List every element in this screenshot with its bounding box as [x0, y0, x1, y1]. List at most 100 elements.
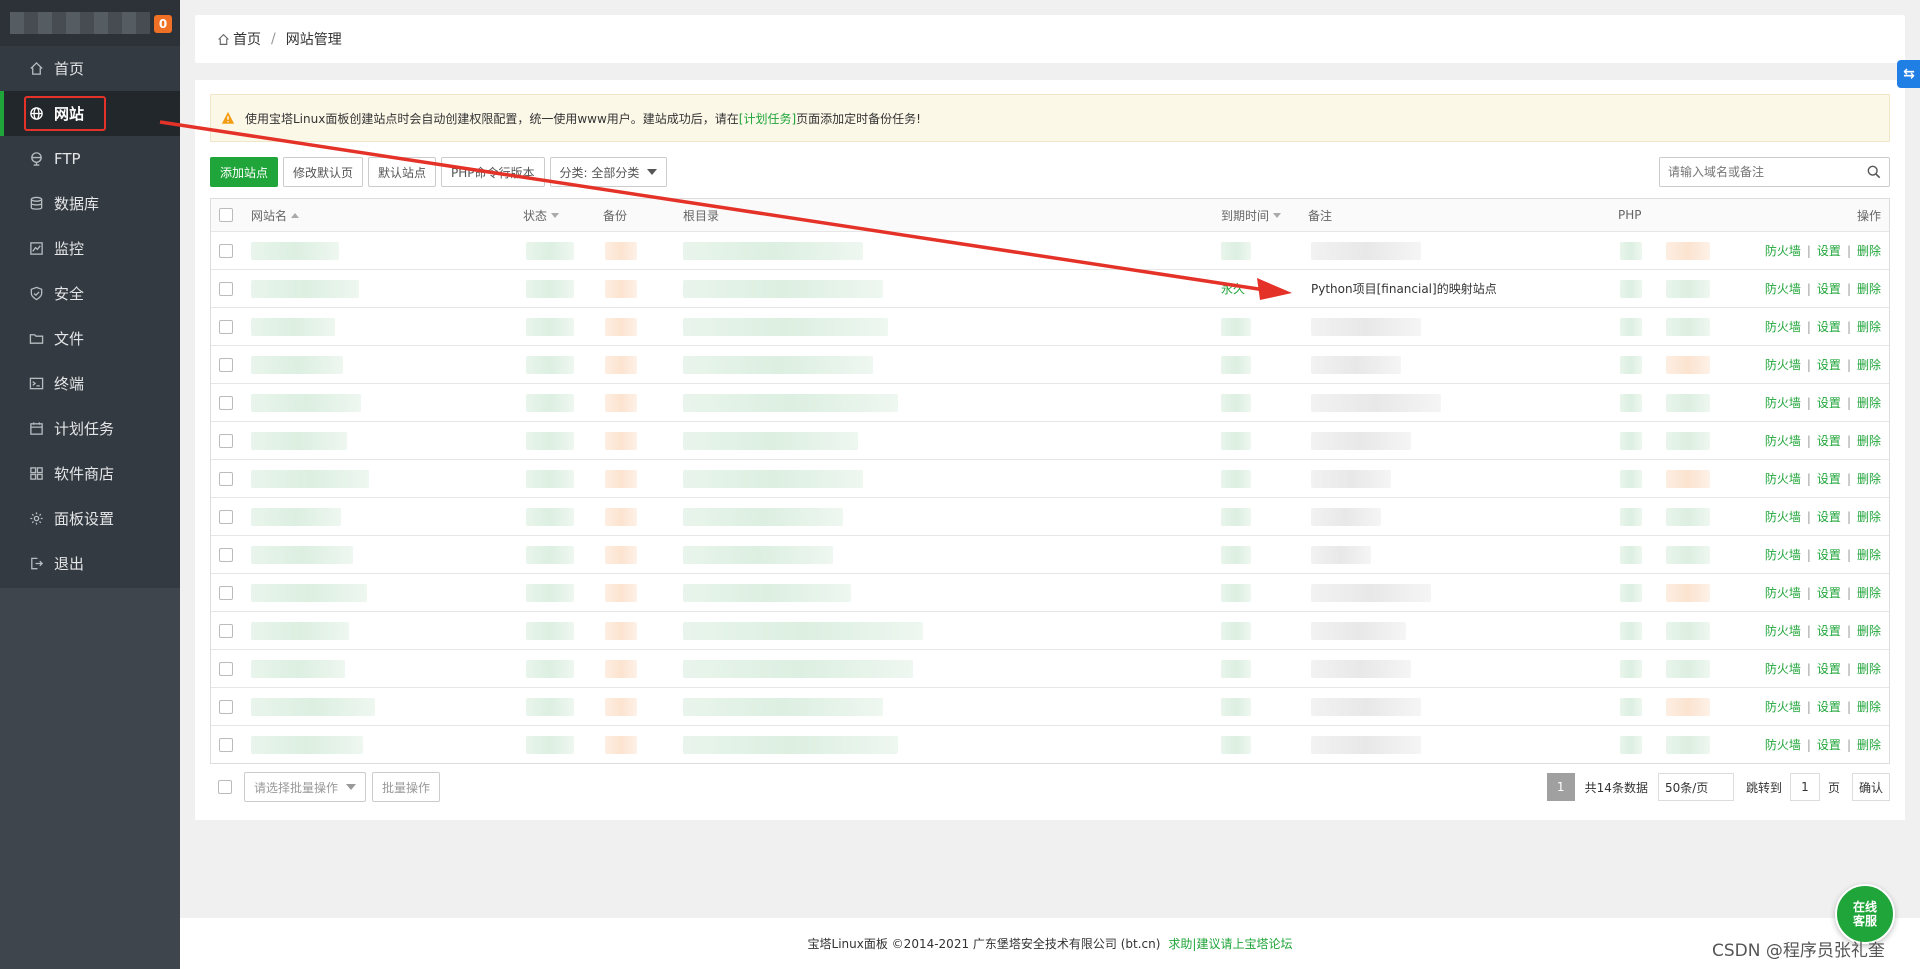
firewall-link[interactable]: 防火墙 [1765, 394, 1801, 411]
row-checkbox[interactable] [219, 357, 233, 372]
backup-cell[interactable] [605, 232, 637, 269]
breadcrumb-home[interactable]: 首页 [233, 29, 261, 49]
settings-link[interactable]: 设置 [1817, 660, 1841, 677]
sidebar-item-ftp[interactable]: FTP [0, 136, 180, 181]
row-checkbox[interactable] [219, 737, 233, 752]
status-cell[interactable] [526, 384, 574, 421]
site-name-cell[interactable] [251, 536, 353, 573]
delete-link[interactable]: 删除 [1857, 546, 1881, 563]
site-name-cell[interactable] [251, 308, 335, 345]
sidebar-item-database[interactable]: 数据库 [0, 181, 180, 226]
root-dir-cell[interactable] [683, 726, 898, 763]
backup-cell[interactable] [605, 308, 637, 345]
firewall-link[interactable]: 防火墙 [1765, 698, 1801, 715]
delete-link[interactable]: 删除 [1857, 318, 1881, 335]
row-checkbox[interactable] [219, 319, 233, 334]
remark-cell[interactable] [1311, 422, 1411, 459]
settings-link[interactable]: 设置 [1817, 584, 1841, 601]
status-cell[interactable] [526, 422, 574, 459]
row-checkbox[interactable] [219, 281, 233, 296]
site-name-cell[interactable] [251, 346, 343, 383]
backup-cell[interactable] [605, 270, 637, 307]
site-name-cell[interactable] [251, 270, 359, 307]
firewall-link[interactable]: 防火墙 [1765, 508, 1801, 525]
site-name-cell[interactable] [251, 688, 375, 725]
remark-cell[interactable] [1311, 498, 1381, 535]
status-cell[interactable] [526, 308, 574, 345]
php-version-cell[interactable] [1620, 574, 1710, 611]
delete-link[interactable]: 删除 [1857, 280, 1881, 297]
php-version-cell[interactable] [1620, 688, 1710, 725]
root-dir-cell[interactable] [683, 498, 843, 535]
remark-cell[interactable] [1311, 612, 1406, 649]
jump-confirm-button[interactable]: 确认 [1851, 773, 1890, 801]
settings-link[interactable]: 设置 [1817, 622, 1841, 639]
remark-cell[interactable] [1311, 688, 1421, 725]
backup-cell[interactable] [605, 612, 637, 649]
root-dir-cell[interactable] [683, 308, 888, 345]
php-version-cell[interactable] [1620, 460, 1710, 497]
expire-cell[interactable] [1221, 422, 1251, 459]
expire-cell[interactable] [1221, 498, 1251, 535]
php-version-cell[interactable] [1620, 612, 1710, 649]
select-all-checkbox[interactable] [219, 208, 233, 222]
status-cell[interactable] [526, 498, 574, 535]
php-version-cell[interactable] [1620, 650, 1710, 687]
settings-link[interactable]: 设置 [1817, 242, 1841, 259]
settings-link[interactable]: 设置 [1817, 356, 1841, 373]
category-select[interactable]: 分类: 全部分类 [549, 157, 668, 187]
settings-link[interactable]: 设置 [1817, 470, 1841, 487]
backup-cell[interactable] [605, 346, 637, 383]
status-cell[interactable] [526, 270, 574, 307]
per-page-select[interactable]: 50条/页 [1657, 773, 1734, 801]
site-name-cell[interactable] [251, 384, 361, 421]
sidebar-item-terminal[interactable]: 终端 [0, 361, 180, 406]
settings-link[interactable]: 设置 [1817, 318, 1841, 335]
settings-link[interactable]: 设置 [1817, 698, 1841, 715]
row-checkbox[interactable] [219, 243, 233, 258]
remark-cell[interactable]: Python项目[financial]的映射站点 [1311, 270, 1497, 307]
expire-cell[interactable] [1221, 232, 1251, 269]
firewall-link[interactable]: 防火墙 [1765, 584, 1801, 601]
settings-link[interactable]: 设置 [1817, 432, 1841, 449]
row-checkbox[interactable] [219, 509, 233, 524]
header-expire[interactable]: 到期时间 [1221, 199, 1282, 231]
backup-cell[interactable] [605, 688, 637, 725]
cron-task-link[interactable]: [计划任务] [739, 110, 796, 127]
delete-link[interactable]: 删除 [1857, 356, 1881, 373]
jump-page-input[interactable]: 1 [1789, 773, 1820, 801]
delete-link[interactable]: 删除 [1857, 622, 1881, 639]
backup-cell[interactable] [605, 498, 637, 535]
settings-link[interactable]: 设置 [1817, 508, 1841, 525]
expire-cell[interactable] [1221, 308, 1251, 345]
delete-link[interactable]: 删除 [1857, 736, 1881, 753]
online-service-button[interactable]: 在线 客服 [1835, 884, 1895, 944]
root-dir-cell[interactable] [683, 460, 863, 497]
backup-cell[interactable] [605, 650, 637, 687]
site-name-cell[interactable] [251, 650, 345, 687]
remark-cell[interactable] [1311, 232, 1421, 269]
row-checkbox[interactable] [219, 471, 233, 486]
site-name-cell[interactable] [251, 422, 347, 459]
php-version-cell[interactable] [1620, 270, 1710, 307]
message-badge[interactable]: 0 [154, 15, 172, 33]
php-version-cell[interactable] [1620, 422, 1710, 459]
root-dir-cell[interactable] [683, 384, 898, 421]
batch-checkbox[interactable] [218, 780, 232, 794]
php-version-cell[interactable] [1620, 536, 1710, 573]
status-cell[interactable] [526, 612, 574, 649]
site-name-cell[interactable] [251, 460, 369, 497]
expire-cell[interactable] [1221, 726, 1251, 763]
settings-link[interactable]: 设置 [1817, 280, 1841, 297]
backup-cell[interactable] [605, 536, 637, 573]
remark-cell[interactable] [1311, 384, 1441, 421]
firewall-link[interactable]: 防火墙 [1765, 622, 1801, 639]
row-checkbox[interactable] [219, 547, 233, 562]
remark-cell[interactable] [1311, 460, 1391, 497]
batch-action-button[interactable]: 批量操作 [372, 772, 441, 802]
site-name-cell[interactable] [251, 574, 367, 611]
delete-link[interactable]: 删除 [1857, 584, 1881, 601]
sidebar-item-home[interactable]: 首页 [0, 46, 180, 91]
root-dir-cell[interactable] [683, 688, 883, 725]
php-version-cell[interactable] [1620, 308, 1710, 345]
